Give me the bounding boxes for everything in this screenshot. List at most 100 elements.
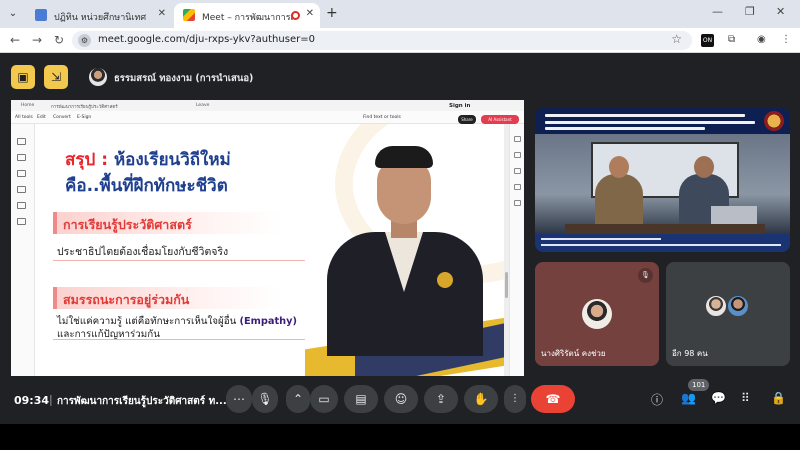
video-banner [535, 108, 790, 134]
site-info-icon[interactable]: ⚙ [78, 34, 91, 47]
stop-presenting-icon[interactable]: ▣ [11, 65, 35, 89]
tab-title: Meet – การพัฒนาการเรียนรู้ประ [202, 13, 294, 23]
extensions-puzzle-icon[interactable]: ⧉ [728, 34, 735, 45]
taskbar-area [0, 424, 800, 450]
meeting-clock: 09:34 [14, 394, 50, 407]
recording-indicator-icon [291, 11, 300, 20]
signature-icon [17, 218, 26, 225]
more-options-button[interactable]: ⋯ [226, 385, 252, 413]
arrow-right-icon[interactable]: → [32, 33, 42, 47]
avatar [726, 294, 750, 318]
address-bar[interactable]: ⚙ meet.google.com/dju-rxps-ykv?authuser=… [72, 31, 692, 50]
profile-icon[interactable]: ◉ [757, 34, 766, 45]
bookmark-icon [514, 152, 521, 158]
extension-on-badge[interactable]: ON [701, 34, 714, 47]
maximize-icon[interactable]: ❐ [745, 5, 755, 18]
meet-top-bar: ▣ ⇲ ธรรมสรณ์ ทองงาม (การนำเสนอ) [0, 53, 800, 100]
others-tile[interactable]: อีก 98 คน [666, 262, 790, 366]
section-heading-band: สมรรถนะการอยู่ร่วมกัน [53, 287, 283, 309]
more-vert-icon: ⋮ [510, 393, 520, 404]
menu-all-tools: All tools [15, 115, 33, 120]
camera-options-button[interactable]: ⌃ [286, 385, 310, 413]
participant-video-tile[interactable] [535, 108, 790, 252]
comment-icon [514, 136, 521, 142]
sign-in-button: Sign in [449, 103, 471, 109]
star-icon[interactable]: ☆ [671, 32, 682, 46]
reload-icon[interactable]: ↻ [54, 33, 64, 47]
layers-icon [514, 200, 521, 206]
browser-tab-bar: ⌄ ปฏิทิน หน่วยศึกษานิเทศก์ สพฐ. - ปี ✕ M… [0, 0, 800, 28]
camera-icon: ▭ [318, 392, 330, 406]
section2-heading: สมรรถนะการอยู่ร่วมกัน [63, 292, 190, 307]
leave-call-button[interactable]: ☎ [531, 385, 575, 413]
new-tab-button[interactable]: + [326, 5, 338, 21]
captions-button[interactable]: ▤ [344, 385, 378, 413]
slide-title-line2: คือ..พื้นที่ฝึกทักษะชีวิต [65, 176, 228, 196]
browser-tab-meet[interactable]: Meet – การพัฒนาการเรียนรู้ประ ✕ [174, 3, 320, 28]
section1-text: ประชาธิปไตยต้องเชื่อมโยงกับชีวิตจริง [57, 246, 229, 258]
url-text[interactable]: meet.google.com/dju-rxps-ykv?authuser=0 [98, 34, 315, 45]
chat-icon[interactable]: 💬 [711, 391, 726, 405]
participant-count-badge: 101 [688, 379, 710, 391]
participant-tile[interactable]: 🎙 นางศิริรัตน์ คงช่วย [535, 262, 659, 366]
avatar [704, 294, 728, 318]
phone-end-icon: ☎ [545, 392, 561, 406]
thumbnail-icon [514, 168, 521, 174]
avatar [582, 299, 612, 329]
zoom-icon [17, 154, 26, 161]
menu-convert: Convert [53, 115, 71, 120]
calendar-favicon-icon [35, 9, 47, 21]
browser-tab-calendar[interactable]: ปฏิทิน หน่วยศึกษานิเทศก์ สพฐ. - ปี ✕ [26, 3, 172, 28]
more-actions-button[interactable]: ⋮ [504, 385, 526, 413]
raise-hand-button[interactable]: ✋ [464, 385, 498, 413]
meet-control-bar: 09:34 | การพัฒนาการเรียนรู้ประวัติศาสตร์… [0, 376, 800, 424]
divider [53, 260, 305, 261]
pdf-viewer-tab-strip: Home การพัฒนาการเรียนรู้ประวัติศาสตร์ Le… [11, 100, 524, 111]
video-studio-scene [535, 134, 790, 234]
participant-name: นางศิริรัตน์ คงช่วย [541, 349, 606, 358]
presenter-photo [325, 146, 485, 356]
tab-search-chevron-down-icon[interactable]: ⌄ [4, 5, 22, 23]
textbox-icon [17, 202, 26, 209]
cursor-icon [17, 138, 26, 145]
ai-assistant-button: AI Assistant [481, 115, 519, 124]
menu-edit: Edit [37, 115, 46, 120]
camera-button[interactable]: ▭ [310, 385, 338, 413]
present-screen-button[interactable]: ⇪ [424, 385, 458, 413]
section-heading-band: การเรียนรู้ประวัติศาสตร์ [53, 212, 283, 234]
pdf-tab-document: การพัฒนาการเรียนรู้ประวัติศาสตร์ [51, 105, 118, 110]
arrow-left-icon[interactable]: ← [10, 33, 20, 47]
pen-icon [17, 170, 26, 177]
share-button: Share [458, 115, 476, 124]
section2-text-a: ไม่ใช่แค่ความรู้ แต่คือทักษะการเห็นใจผู้… [57, 316, 240, 327]
people-icon[interactable]: 👥 [681, 391, 696, 405]
microphone-icon: 🎙 [257, 392, 273, 406]
lock-person-icon[interactable]: 🔒 [771, 391, 786, 405]
emoji-button[interactable]: ☺ [384, 385, 418, 413]
exit-present-icon[interactable]: ⇲ [44, 65, 68, 89]
more-horiz-icon: ⋯ [233, 392, 245, 406]
minimize-icon[interactable]: — [712, 5, 723, 18]
info-icon[interactable]: ⓘ [651, 391, 663, 408]
emblem-icon [437, 272, 453, 288]
close-window-icon[interactable]: ✕ [776, 5, 785, 18]
avatar [89, 68, 107, 86]
slide-title-line1: สรุป : ห้องเรียนวิถีใหม่ [65, 146, 231, 173]
close-icon[interactable]: ✕ [158, 8, 166, 19]
separator: | [49, 393, 53, 406]
highlighter-icon [17, 186, 26, 193]
presentation-slide: สรุป : ห้องเรียนวิถีใหม่ คือ..พื้นที่ฝึก… [35, 124, 504, 376]
slide-title-prefix: สรุป [65, 150, 96, 170]
mic-button[interactable]: 🎙 [252, 385, 278, 413]
pdf-tab-leave: Leave [196, 103, 210, 108]
apps-grid-icon[interactable]: ⠿ [741, 391, 750, 405]
pdf-right-toolbar [509, 124, 524, 376]
close-icon[interactable]: ✕ [306, 8, 314, 19]
slide-title-text: ห้องเรียนวิถีใหม่ [113, 150, 231, 170]
attachment-icon [514, 184, 521, 190]
more-vert-icon[interactable]: ⋮ [781, 34, 791, 45]
pdf-left-toolbar [11, 124, 35, 376]
raise-hand-icon: ✋ [473, 392, 489, 406]
school-emblem-icon [764, 111, 784, 131]
address-toolbar: ← → ↻ ⚙ meet.google.com/dju-rxps-ykv?aut… [0, 28, 800, 53]
